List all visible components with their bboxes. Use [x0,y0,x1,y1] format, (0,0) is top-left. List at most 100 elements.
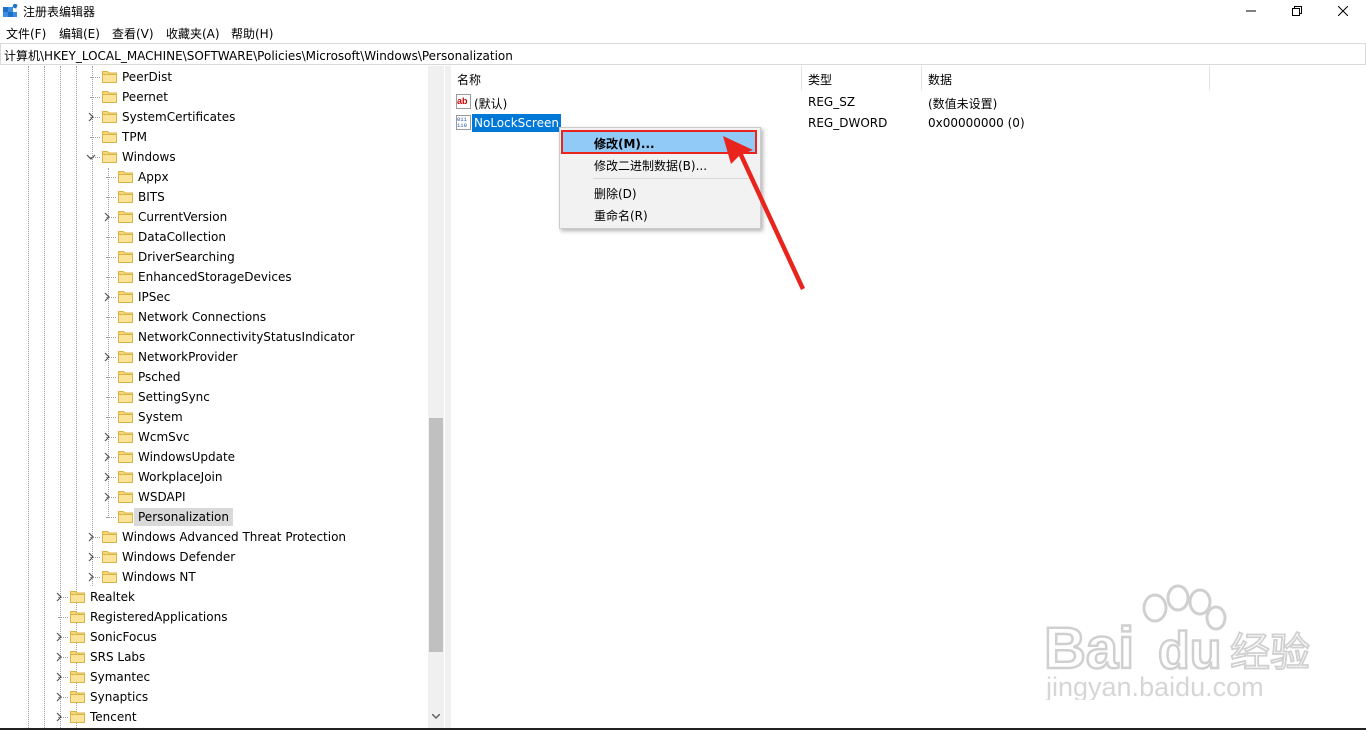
tree-item[interactable]: System [118,407,420,427]
tree-item-label: SystemCertificates [122,110,236,124]
tree-item-label: SRS Labs [90,650,146,664]
chevron-right-icon[interactable] [102,472,112,482]
key-tree-pane[interactable]: PeerDist Peernet SystemCertificates TPM Wind… [0,66,446,728]
tree-item[interactable]: SystemCertificates [88,107,420,127]
tree-item[interactable]: NetworkProvider [104,347,420,367]
menu-file[interactable]: 文件(F) [6,25,46,42]
tree-item[interactable]: Psched [118,367,420,387]
scroll-down-icon[interactable] [432,714,440,720]
tree-item[interactable]: IPSec [104,287,420,307]
tree-item[interactable]: WindowsUpdate [104,447,420,467]
tree-item[interactable]: Windows NT [88,567,420,587]
folder-icon [70,631,85,643]
address-path: 计算机\HKEY_LOCAL_MACHINE\SOFTWARE\Policies… [4,49,513,63]
chevron-right-icon[interactable] [86,552,96,562]
chevron-right-icon[interactable] [54,672,64,682]
tree-connector [90,137,100,138]
menu-view[interactable]: 查看(V) [112,25,154,42]
folder-icon [70,671,85,683]
chevron-right-icon[interactable] [86,532,96,542]
chevron-right-icon[interactable] [54,712,64,722]
folder-icon [102,111,117,123]
tree-item[interactable]: RegisteredApplications [70,607,420,627]
tree-item[interactable]: WSDAPI [104,487,420,507]
column-header-type[interactable]: 类型 [802,66,922,90]
tree-item[interactable]: BITS [118,187,420,207]
string-value-icon: ab [456,94,471,109]
restore-button[interactable] [1274,0,1320,22]
tree-item[interactable]: CurrentVersion [104,207,420,227]
address-bar[interactable]: 计算机\HKEY_LOCAL_MACHINE\SOFTWARE\Policies… [0,43,1366,65]
tree-item[interactable]: EnhancedStorageDevices [118,267,420,287]
tree-item[interactable]: Network Connections [118,307,420,327]
folder-icon [102,531,117,543]
minimize-icon [1246,10,1256,12]
tree-connector [106,337,116,338]
chevron-right-icon[interactable] [102,352,112,362]
folder-icon [118,311,133,323]
tree-item[interactable]: SettingSync [118,387,420,407]
chevron-down-icon[interactable] [86,152,96,162]
tree-item[interactable]: Realtek [56,587,420,607]
tree-scrollbar-thumb[interactable] [429,418,443,652]
chevron-right-icon[interactable] [54,652,64,662]
folder-icon [102,71,117,83]
tree-item[interactable]: Symantec [56,667,420,687]
menu-edit[interactable]: 编辑(E) [59,25,100,42]
chevron-right-icon[interactable] [86,112,96,122]
value-row-default[interactable]: ab (默认) REG_SZ (数值未设置) [451,92,1351,112]
tree-item[interactable]: Windows Advanced Threat Protection [88,527,420,547]
menu-favorites[interactable]: 收藏夹(A) [166,25,220,42]
chevron-right-icon[interactable] [54,692,64,702]
chevron-right-icon[interactable] [54,592,64,602]
tree-item[interactable]: Appx [118,167,420,187]
tree-item[interactable]: Peernet [102,87,420,107]
folder-icon [70,611,85,623]
folder-icon [118,271,133,283]
column-header-data[interactable]: 数据 [922,66,1210,90]
tree-item-label: EnhancedStorageDevices [138,270,292,284]
tree-scrollbar[interactable] [428,66,444,728]
tree-item-label: TPM [122,130,147,144]
chevron-right-icon[interactable] [102,212,112,222]
tree-item[interactable]: DriverSearching [118,247,420,267]
tree-item[interactable]: SonicFocus [56,627,420,647]
registry-editor-icon [3,4,18,17]
column-header-name[interactable]: 名称 [451,66,802,90]
tree-item[interactable]: NetworkConnectivityStatusIndicator [118,327,420,347]
chevron-right-icon[interactable] [102,432,112,442]
chevron-right-icon[interactable] [102,292,112,302]
tree-item[interactable]: Tencent [56,707,420,727]
tree-connector [90,97,100,98]
folder-icon [118,191,133,203]
tree-item[interactable]: WorkplaceJoin [104,467,420,487]
tree-item[interactable]: TPM [102,127,420,147]
tree-item[interactable]: Windows Defender [88,547,420,567]
menu-help[interactable]: 帮助(H) [231,25,273,42]
tree-item[interactable]: DataCollection [118,227,420,247]
value-data: (数值未设置) [928,97,998,111]
chevron-right-icon[interactable] [54,632,64,642]
minimize-button[interactable] [1228,0,1274,22]
tree-item[interactable]: Windows [86,147,420,167]
folder-icon [102,151,117,163]
tree-item-label: DriverSearching [138,250,235,264]
folder-icon [118,511,133,523]
chevron-right-icon[interactable] [102,492,112,502]
tree-item-label: Windows Defender [122,550,236,564]
close-button[interactable] [1320,0,1366,22]
value-name-selected[interactable]: NoLockScreen [472,114,561,132]
chevron-right-icon[interactable] [102,452,112,462]
folder-icon [118,451,133,463]
tree-item[interactable]: WcmSvc [104,427,420,447]
tree-item[interactable]: PeerDist [102,67,420,87]
tree-item-label: PeerDist [122,70,173,84]
chevron-right-icon[interactable] [86,572,96,582]
tree-item[interactable]: SRS Labs [56,647,420,667]
value-type: REG_SZ [808,95,856,109]
tree-item[interactable]: Synaptics [56,687,420,707]
tree-connector [106,377,116,378]
tree-item-label: SettingSync [138,390,210,404]
tree-item[interactable]: Personalization [118,507,420,527]
folder-icon [118,251,133,263]
